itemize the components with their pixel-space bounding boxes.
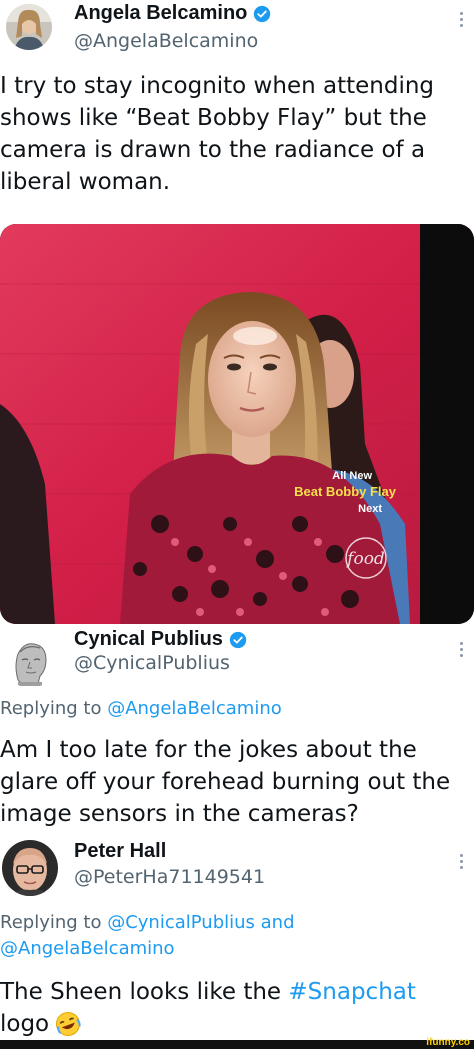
- verified-badge-icon: [254, 5, 271, 22]
- food-network-logo-text: food: [345, 549, 385, 569]
- replying-to-label: Replying to: [0, 698, 108, 719]
- tweet-text-line: Am I too late for the jokes about the: [0, 737, 417, 763]
- tweet-text-line: image sensors in the cameras?: [0, 801, 359, 827]
- mention-link[interactable]: @CynicalPublius: [107, 912, 255, 933]
- mention-link[interactable]: @AngelaBelcamino: [0, 938, 175, 959]
- tweet-cynical-publius: Cynical Publius @CynicalPublius Replying…: [0, 624, 474, 834]
- rolling-laughing-emoji-icon: [56, 1012, 81, 1036]
- avatar-angela[interactable]: [6, 4, 52, 50]
- hashtag-link[interactable]: #Snapchat: [288, 979, 415, 1005]
- avatar-angela-image: [6, 4, 52, 50]
- more-options-icon[interactable]: [460, 642, 464, 657]
- author-name[interactable]: Cynical Publius: [74, 628, 223, 651]
- more-options-icon[interactable]: [460, 12, 464, 27]
- avatar-peter-hall[interactable]: [2, 840, 58, 896]
- tweet-text: I try to stay incognito when attending s…: [0, 70, 434, 198]
- mention-link[interactable]: @AngelaBelcamino: [107, 698, 282, 719]
- author-name[interactable]: Angela Belcamino: [74, 2, 247, 25]
- tweet-text-line: camera is drawn to the radiance of a: [0, 137, 426, 163]
- author-name[interactable]: Peter Hall: [74, 840, 166, 863]
- overlay-all-new: All New: [332, 470, 372, 482]
- bottom-bar: [0, 1040, 474, 1049]
- replying-and: and: [254, 912, 295, 933]
- more-options-icon[interactable]: [460, 854, 464, 869]
- replying-to-line: Replying to @AngelaBelcamino: [0, 696, 282, 722]
- author-handle[interactable]: @CynicalPublius: [74, 652, 230, 674]
- tweet-text-segment: logo: [0, 1011, 50, 1037]
- author-handle[interactable]: @AngelaBelcamino: [74, 30, 258, 52]
- tweet-text-line: shows like “Beat Bobby Flay” but the: [0, 105, 427, 131]
- tweet-text-line: glare off your forehead burning out the: [0, 769, 451, 795]
- avatar-cynical-publius[interactable]: [4, 636, 56, 688]
- tweet-text-line: I try to stay incognito when attending: [0, 73, 435, 99]
- overlay-show-title: Beat Bobby Flay: [294, 484, 397, 499]
- tweet-peter-hall: Peter Hall @PeterHa71149541 Replying to …: [0, 836, 474, 1040]
- author-handle[interactable]: @PeterHa71149541: [74, 866, 265, 888]
- replying-to-label: Replying to: [0, 912, 108, 933]
- replying-to-line: Replying to @CynicalPublius and @AngelaB…: [0, 910, 295, 962]
- ifunny-watermark: ifunny.co: [426, 1037, 470, 1048]
- verified-badge-icon: [229, 631, 247, 648]
- tweet-angela: Angela Belcamino @AngelaBelcamino I try …: [0, 0, 474, 624]
- avatar-bust-image: [4, 636, 56, 688]
- tweet-text: The Sheen looks like the #Snapchat logo: [0, 976, 416, 1040]
- tv-screen-photo: All New Beat Bobby Flay Next food: [0, 224, 474, 624]
- overlay-next: Next: [358, 503, 382, 515]
- avatar-peter-image: [2, 840, 58, 896]
- tweet-text: Am I too late for the jokes about the gl…: [0, 734, 450, 830]
- tweet-text-line: liberal woman.: [0, 169, 171, 195]
- tweet-text-segment: The Sheen looks like the: [0, 979, 289, 1005]
- tweet-media-photo[interactable]: All New Beat Bobby Flay Next food: [0, 224, 474, 624]
